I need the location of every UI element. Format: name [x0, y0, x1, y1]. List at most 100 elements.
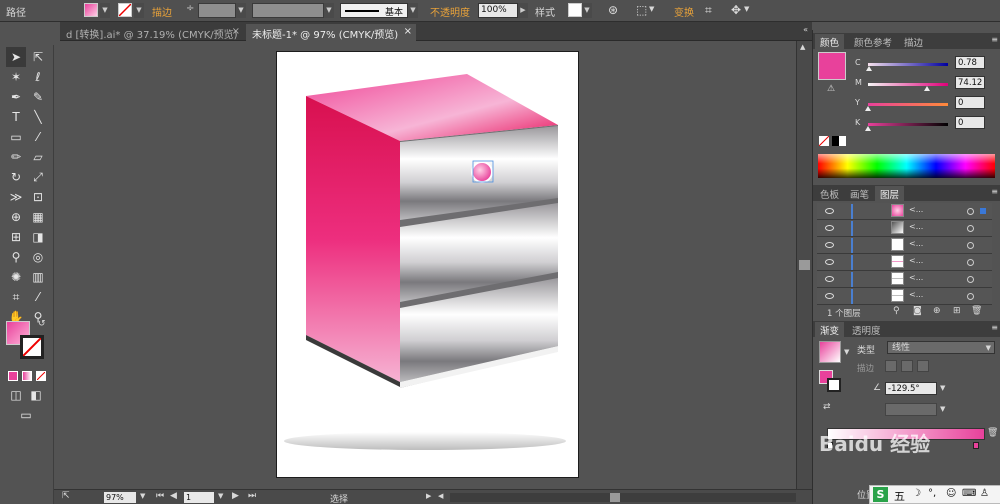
target-circle-icon[interactable]: [967, 208, 974, 215]
out-of-gamut-icon[interactable]: ⚠: [827, 84, 835, 94]
width-tool-icon[interactable]: ≫: [6, 187, 26, 207]
aspect-ratio-input[interactable]: [885, 403, 937, 416]
opacity-input[interactable]: 100%: [478, 3, 518, 18]
gradient-preset-dropdown[interactable]: ▼: [844, 348, 849, 356]
first-page-icon[interactable]: ⏮: [156, 491, 164, 501]
keyboard-icon[interactable]: ⌨: [962, 488, 976, 499]
stroke-gradient-type-2[interactable]: [901, 360, 913, 372]
visibility-eye-icon[interactable]: [825, 225, 834, 231]
scale-tool-icon[interactable]: ⤢: [28, 167, 48, 187]
zoom-field[interactable]: 97%: [104, 492, 136, 503]
align-icon[interactable]: ⬚: [636, 4, 647, 16]
layer-name[interactable]: <...: [909, 222, 923, 231]
target-circle-icon[interactable]: [967, 293, 974, 300]
tab-document-1[interactable]: d [转换].ai* @ 37.19% (CMYK/预览) ×: [60, 24, 244, 41]
tab-stroke[interactable]: 描边: [899, 34, 928, 49]
layer-row[interactable]: <...: [817, 220, 992, 237]
layer-name[interactable]: <...: [909, 256, 923, 265]
gradient-type-dropdown[interactable]: 线性 ▼: [887, 341, 995, 354]
variable-width-dropdown[interactable]: [252, 3, 324, 18]
direct-selection-tool-icon[interactable]: ⇱: [28, 47, 48, 67]
blend-tool-icon[interactable]: ◎: [28, 247, 48, 267]
artboard[interactable]: [277, 52, 578, 477]
scroll-up-icon[interactable]: ▲: [800, 43, 805, 51]
color-fill-swatch[interactable]: [818, 52, 846, 80]
slider-m[interactable]: [868, 83, 948, 86]
gradient-stroke-box[interactable]: [827, 378, 841, 392]
status-menu-icon[interactable]: ▶: [426, 492, 431, 500]
slice-tool-icon[interactable]: ⁄: [28, 287, 48, 307]
new-sublayer-icon[interactable]: ⊕: [933, 306, 941, 316]
punctuation-icon[interactable]: °,: [928, 488, 936, 499]
gradient-tool-icon[interactable]: ◨: [28, 227, 48, 247]
page-field[interactable]: 1: [184, 492, 214, 503]
tab-gradient[interactable]: 渐变: [815, 322, 845, 337]
draw-mode-icon[interactable]: ◫: [6, 385, 26, 405]
new-layer-icon[interactable]: ⊞: [953, 306, 961, 316]
target-circle-icon[interactable]: [967, 225, 974, 232]
recolor-artwork-icon[interactable]: ⊛: [608, 4, 618, 16]
stroke-weight-field[interactable]: [198, 3, 236, 18]
none-color-icon[interactable]: [818, 135, 830, 147]
line-tool-icon[interactable]: ╲: [28, 107, 48, 127]
delete-stop-icon[interactable]: 🗑: [987, 428, 998, 438]
gradient-stop-end[interactable]: [973, 442, 979, 449]
user-icon[interactable]: ♙: [980, 488, 989, 499]
magic-wand-tool-icon[interactable]: ✶: [6, 67, 26, 87]
value-k[interactable]: 0: [955, 116, 985, 129]
graphic-style-dropdown[interactable]: ▼: [582, 3, 592, 18]
layer-row[interactable]: <...: [817, 288, 992, 305]
ime-logo-icon[interactable]: S: [873, 487, 888, 502]
stroke-label[interactable]: 描边: [152, 4, 172, 19]
visibility-eye-icon[interactable]: [825, 259, 834, 265]
cabinet-side[interactable]: [306, 96, 400, 382]
rotate-tool-icon[interactable]: ↻: [6, 167, 26, 187]
rectangle-tool-icon[interactable]: ▭: [6, 127, 26, 147]
stroke-dropdown[interactable]: ▼: [134, 3, 144, 18]
tab-layers[interactable]: 图层: [875, 186, 905, 201]
black-swatch[interactable]: [832, 136, 839, 146]
tab-color[interactable]: 颜色: [815, 34, 845, 49]
stroke-spinner-icon[interactable]: ÷: [186, 3, 194, 14]
visibility-eye-icon[interactable]: [825, 293, 834, 299]
lasso-tool-icon[interactable]: ℓ: [28, 67, 48, 87]
tab-document-2[interactable]: 未标题-1* @ 97% (CMYK/预览) ×: [246, 24, 416, 41]
last-page-icon[interactable]: ⏭: [248, 491, 256, 501]
perspective-grid-tool-icon[interactable]: ▦: [28, 207, 48, 227]
delete-layer-icon[interactable]: 🗑: [971, 306, 982, 316]
stroke-gradient-type-1[interactable]: [885, 360, 897, 372]
stroke-weight-dropdown[interactable]: ▼: [236, 3, 246, 18]
graph-tool-icon[interactable]: ▥: [28, 267, 48, 287]
drawer-knob[interactable]: [471, 161, 493, 183]
transform-label[interactable]: 变换: [674, 4, 694, 19]
layer-row[interactable]: <...: [817, 237, 992, 254]
tab-brushes[interactable]: 画笔: [845, 186, 874, 201]
stroke-gradient-type-3[interactable]: [917, 360, 929, 372]
stroke-color-box[interactable]: [20, 335, 44, 359]
angle-dropdown-icon[interactable]: ▼: [940, 384, 945, 392]
next-page-icon[interactable]: ▶: [232, 491, 239, 501]
eraser-tool-icon[interactable]: ▱: [28, 147, 48, 167]
zoom-dropdown-icon[interactable]: ▼: [140, 492, 145, 500]
slider-m-thumb[interactable]: [924, 86, 930, 91]
graphic-style-swatch[interactable]: [568, 3, 582, 17]
close-icon[interactable]: ×: [232, 26, 240, 37]
panel-menu-icon[interactable]: ≡: [991, 35, 998, 44]
locate-object-icon[interactable]: ⚲: [893, 306, 900, 316]
gradient-angle-input[interactable]: -129.5°: [885, 382, 937, 395]
prev-page-icon[interactable]: ◀: [170, 491, 177, 501]
brush-dropdown-arrow[interactable]: ▼: [408, 3, 418, 18]
shape-builder-tool-icon[interactable]: ⊕: [6, 207, 26, 227]
options-icon[interactable]: ✥: [731, 4, 741, 16]
layer-row[interactable]: <...: [817, 271, 992, 288]
opacity-label[interactable]: 不透明度: [430, 4, 470, 19]
reverse-gradient-icon[interactable]: ⇄: [823, 402, 831, 412]
cabinet-illustration[interactable]: [277, 52, 578, 477]
panel-menu-icon[interactable]: ≡: [991, 187, 998, 196]
screen-mode-icon[interactable]: ▭: [16, 405, 36, 425]
none-mode-icon[interactable]: [36, 371, 46, 381]
emoji-icon[interactable]: ☺: [946, 488, 956, 499]
color-spectrum[interactable]: [818, 154, 995, 178]
canvas-area[interactable]: [60, 41, 796, 489]
gradient-thumbnail[interactable]: [819, 341, 841, 363]
